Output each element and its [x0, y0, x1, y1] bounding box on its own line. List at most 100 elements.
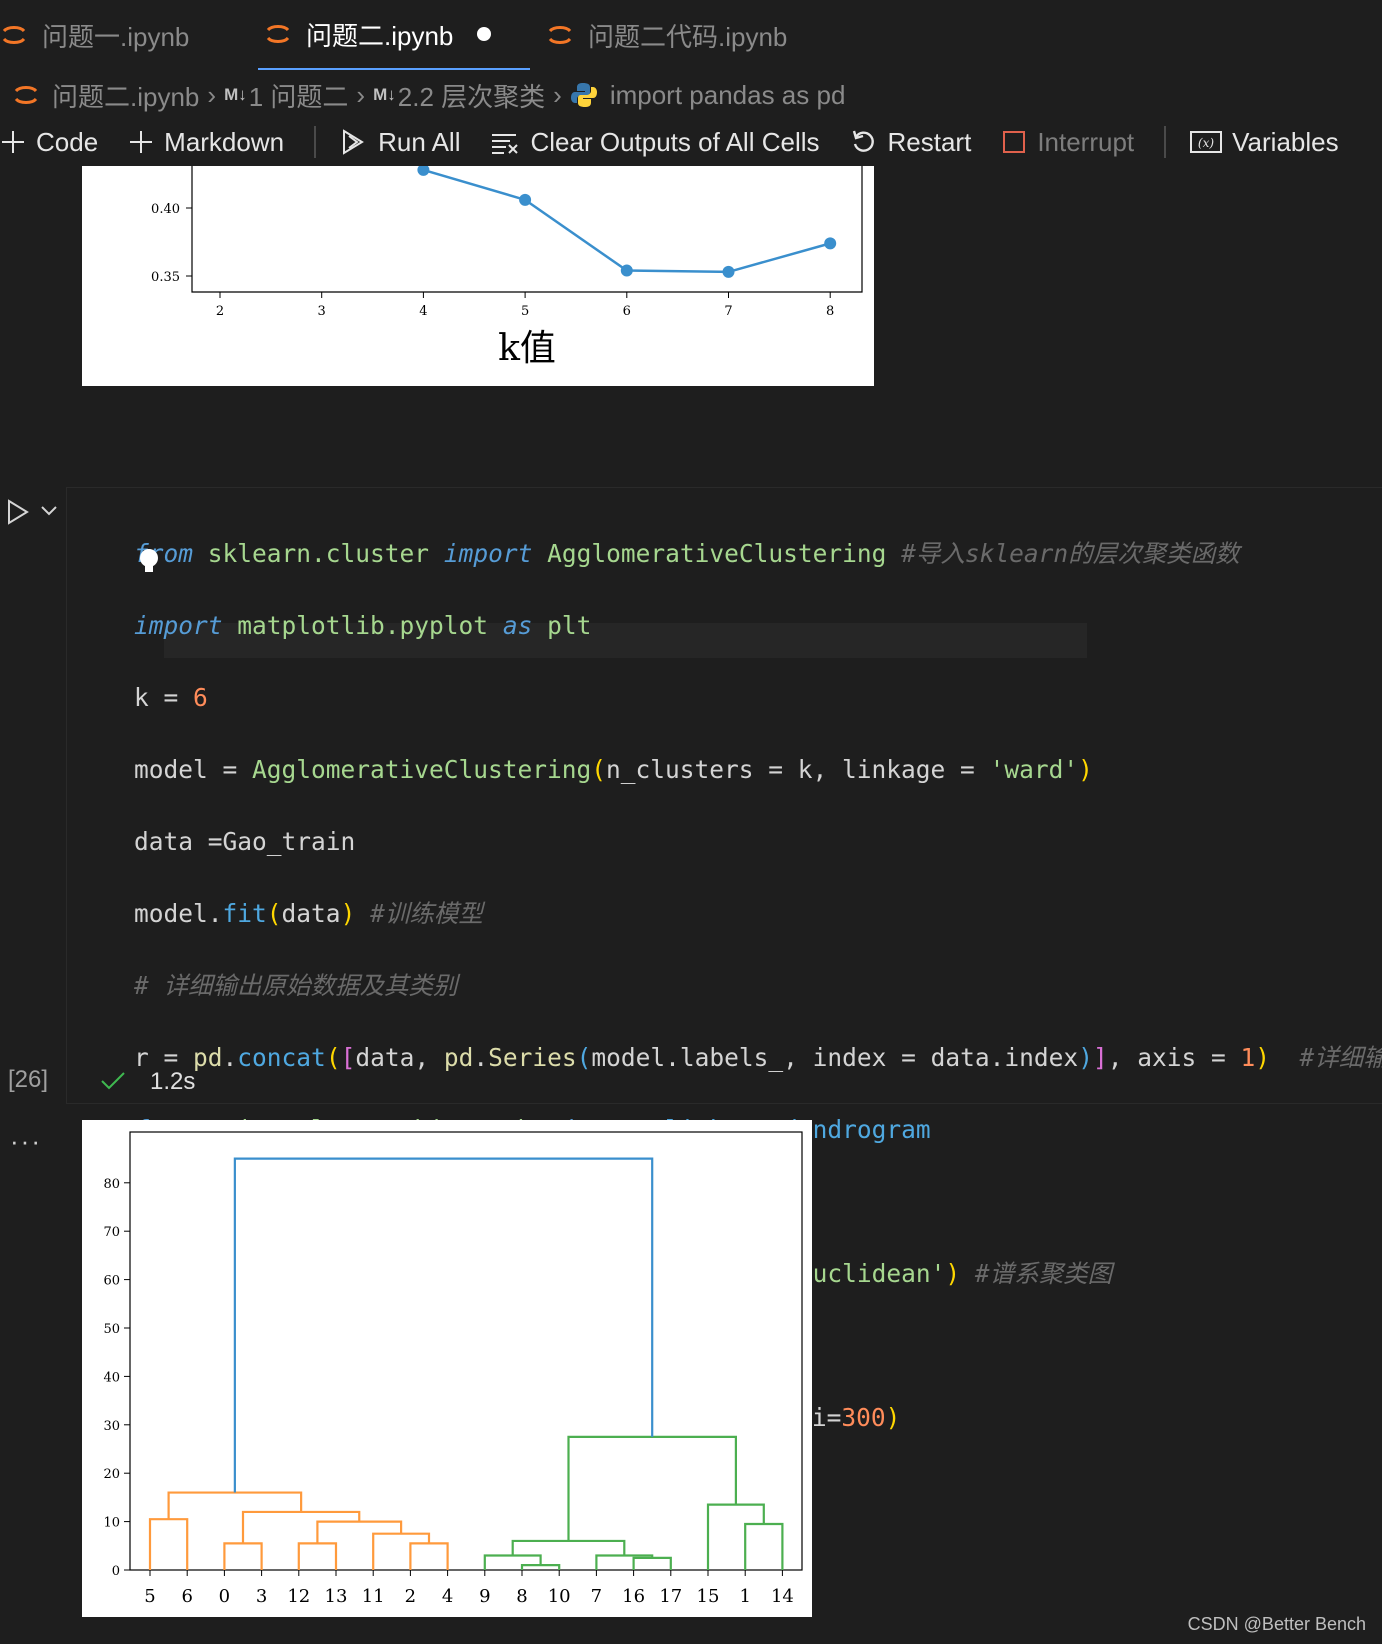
breadcrumb-md2[interactable]: 2.2 层次聚类 [398, 77, 545, 114]
tab-wenti2-code[interactable]: 问题二代码.ipynb [546, 0, 787, 70]
add-code-label: Code [36, 126, 99, 157]
toolbar-divider [1164, 126, 1167, 158]
code-line-8: r = pd.concat([data, pd.Series(model.lab… [134, 1043, 1382, 1072]
data-point [722, 265, 735, 278]
dendrogram-link [567, 1435, 737, 1541]
dendrogram-link [372, 1532, 431, 1570]
leaf-label: 4 [442, 1586, 453, 1607]
run-all-button[interactable]: Run All [340, 127, 460, 158]
clear-outputs-button[interactable]: Clear Outputs of All Cells [490, 127, 820, 158]
series-line [423, 168, 831, 274]
variables-label: Variables [1232, 126, 1339, 157]
data-point [417, 163, 430, 176]
code-line-3: k = 6 [134, 683, 208, 712]
stop-icon [1003, 131, 1026, 153]
leaf-label: 9 [479, 1586, 490, 1607]
notebook-toolbar: Code Markdown Run All Clear Outputs of A… [0, 118, 1382, 166]
restart-label: Restart [887, 126, 972, 157]
dendrogram-link [297, 1542, 338, 1570]
dendrogram-link [520, 1564, 561, 1570]
jupyter-icon [548, 26, 572, 44]
y-tick-label: 40 [103, 1370, 120, 1385]
lightbulb-icon[interactable] [138, 548, 160, 576]
dendrogram-link [167, 1491, 303, 1520]
code-line-1: from sklearn.cluster import Agglomerativ… [134, 539, 1240, 568]
tab-label: 问题二.ipynb [306, 20, 454, 51]
leaf-label: 6 [181, 1586, 192, 1607]
watermark: CSDN @Better Bench [1187, 1614, 1366, 1634]
leaf-label: 15 [697, 1586, 720, 1607]
leaf-label: 10 [548, 1586, 571, 1607]
add-markdown-button[interactable]: Markdown [128, 127, 284, 158]
y-tick-label: 0.35 [151, 270, 180, 285]
svg-text:(x): (x) [1198, 136, 1214, 150]
add-code-button[interactable]: Code [0, 127, 98, 158]
x-tick-label: 7 [724, 304, 732, 319]
markdown-icon: M↓ [373, 85, 396, 104]
data-point [620, 264, 633, 277]
y-tick-label: 50 [103, 1322, 120, 1337]
x-tick-label: 3 [318, 304, 326, 319]
unsaved-dot-icon[interactable] [477, 27, 492, 41]
code-line-6: model.fit(data) #训练模型 [134, 899, 483, 928]
leaf-label: 0 [219, 1586, 230, 1607]
output-dendrogram: 80 70 60 50 40 30 20 10 0 5 6 0 3 12 13 11 2 4 9 8 10 7 16 17 15… [82, 1120, 812, 1617]
y-tick-label: 60 [103, 1274, 120, 1289]
dendrogram-link [241, 1510, 361, 1544]
breadcrumb-md1[interactable]: 1 问题二 [249, 77, 349, 114]
leaf-label: 13 [325, 1586, 348, 1607]
python-icon [570, 83, 597, 107]
data-point [519, 193, 532, 206]
leaf-label: 14 [771, 1586, 794, 1607]
restart-button[interactable]: Restart [850, 126, 972, 158]
clear-all-icon [492, 134, 519, 154]
interrupt-label: Interrupt [1037, 126, 1135, 157]
add-markdown-label: Markdown [164, 126, 285, 157]
dendrogram-link [511, 1539, 626, 1556]
breadcrumb-file[interactable]: 问题二.ipynb [52, 77, 199, 114]
output-actions-button[interactable]: ··· [10, 1126, 42, 1157]
y-tick-label: 0.40 [151, 202, 180, 217]
check-icon [101, 1072, 125, 1090]
breadcrumb-cell[interactable]: import pandas as pd [610, 80, 846, 111]
x-tick-label: 2 [216, 304, 224, 319]
run-all-label: Run All [378, 126, 461, 157]
chevron-right-icon: › [553, 79, 562, 110]
leaf-label: 2 [405, 1586, 416, 1607]
variables-icon: (x) [1190, 131, 1223, 153]
plot-frame [129, 1131, 803, 1571]
chevron-down-icon[interactable] [40, 504, 58, 518]
x-tick-label: 6 [623, 304, 631, 319]
run-all-icon [343, 129, 365, 155]
tab-wenti1[interactable]: 问题一.ipynb [0, 0, 189, 70]
chevron-right-icon: › [356, 79, 366, 110]
cell-divider [66, 1103, 1382, 1104]
variables-button[interactable]: (x) Variables [1190, 126, 1339, 158]
chevron-right-icon: › [207, 79, 217, 110]
plot-frame [191, 166, 863, 293]
tab-bar: 问题一.ipynb 问题二.ipynb 问题二代码.ipynb [0, 0, 1382, 70]
toolbar-divider [314, 126, 317, 158]
leaf-label: 3 [256, 1586, 267, 1607]
x-tick-label: 8 [826, 304, 834, 319]
plus-icon [2, 131, 24, 153]
run-cell-button[interactable] [6, 498, 30, 526]
interrupt-button[interactable]: Interrupt [1001, 127, 1134, 158]
dendrogram-link [744, 1522, 784, 1570]
dendrogram-link [148, 1518, 189, 1570]
jupyter-icon [266, 25, 290, 43]
x-tick-label: 5 [521, 304, 529, 319]
execution-count: [26] [8, 1066, 49, 1093]
leaf-label: 1 [739, 1586, 750, 1607]
leaf-label: 12 [287, 1586, 310, 1607]
output-kvalue-plot: 0.40 0.35 2 3 4 5 6 7 8 k值 [82, 163, 874, 386]
dendrogram-link [316, 1520, 403, 1544]
kvalue-line-chart: 0.40 0.35 2 3 4 5 6 7 8 k值 [151, 163, 863, 369]
y-tick-label: 30 [103, 1419, 120, 1434]
tab-label: 问题一.ipynb [42, 21, 190, 52]
dendrogram-link [706, 1503, 765, 1570]
code-line-2: import matplotlib.pyplot as plt [134, 611, 592, 640]
leaf-label: 5 [144, 1586, 155, 1607]
tab-wenti2[interactable]: 问题二.ipynb [258, 0, 530, 70]
y-tick-label: 80 [103, 1177, 120, 1192]
